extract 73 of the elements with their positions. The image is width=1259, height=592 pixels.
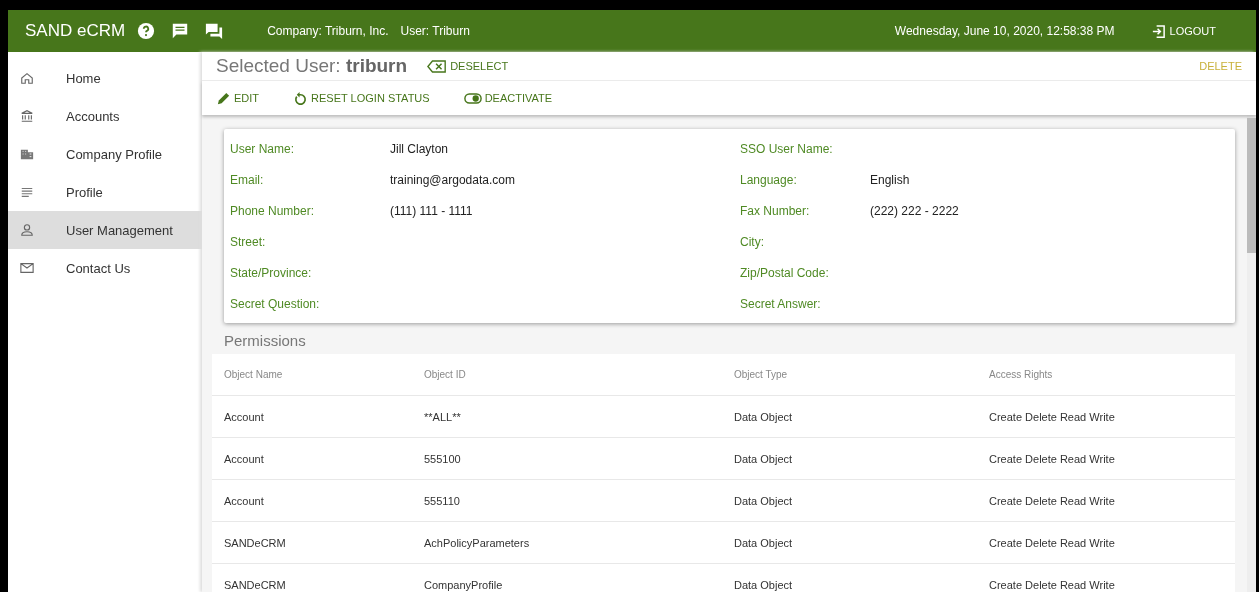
table-cell-text: Data Object	[734, 452, 794, 465]
table-cell-text: 555110	[424, 494, 461, 507]
field-label: Fax Number:	[740, 203, 811, 218]
sidebar-item[interactable]: Accounts	[8, 97, 202, 135]
field-label: Zip/Postal Code:	[740, 265, 830, 280]
bank-icon	[20, 109, 34, 123]
deactivate-button[interactable]: DEACTIVATE	[463, 92, 553, 104]
field-label: Phone Number:	[230, 203, 316, 218]
chats-icon[interactable]	[205, 22, 224, 40]
table-cell-text: Account	[224, 410, 265, 423]
table-cell-text: Create Delete Read Write	[989, 452, 1116, 465]
field-value: (111) 111 - 1111	[390, 203, 473, 218]
reset-button[interactable]: RESET LOGIN STATUS	[293, 90, 430, 106]
table-cell-text: SANDeCRM	[224, 578, 287, 591]
app-title: SAND eCRM	[25, 21, 126, 41]
field-label: Email:	[230, 172, 265, 187]
company-label: Company: Triburn, Inc.	[267, 24, 389, 38]
lines-icon	[20, 185, 34, 199]
deselect-button[interactable]: DESELECT	[427, 58, 509, 74]
logout-button[interactable]: LOGOUT	[1150, 23, 1216, 39]
logout-icon	[1150, 23, 1166, 39]
column-header: Access Rights	[989, 369, 1054, 380]
field-label: User Name:	[230, 141, 295, 156]
envelope-icon	[20, 261, 34, 275]
user-label: User: Triburn	[400, 24, 470, 38]
table-cell-text: Create Delete Read Write	[989, 536, 1116, 549]
table-cell-text: CompanyProfile	[424, 578, 504, 591]
pencil-icon	[216, 90, 231, 106]
field-label: Street:	[230, 234, 267, 249]
table-cell-text: Account	[224, 494, 265, 507]
field-value: (222) 222 - 2222	[870, 203, 959, 218]
sidebar-item[interactable]: Profile	[8, 173, 202, 211]
field-label: City:	[740, 234, 765, 249]
help-icon[interactable]	[137, 22, 156, 40]
section-title: Permissions	[224, 331, 307, 351]
table-cell-text: Data Object	[734, 578, 794, 591]
table-cell-text: Create Delete Read Write	[989, 494, 1116, 507]
table-cell-text: Data Object	[734, 494, 794, 507]
date-time: Wednesday, June 10, 2020, 12:58:38 PM	[894, 24, 1115, 38]
field-label: Secret Answer:	[740, 296, 822, 311]
table-cell-text: Create Delete Read Write	[989, 578, 1116, 591]
building-icon	[20, 147, 34, 161]
field-value: English	[870, 172, 910, 187]
person-icon	[20, 223, 34, 237]
home-icon	[20, 71, 34, 85]
table-cell-text: Data Object	[734, 536, 794, 549]
table-cell-text: SANDeCRM	[224, 536, 287, 549]
table-cell-text: Account	[224, 452, 265, 465]
clear-icon	[427, 58, 448, 74]
field-label: Secret Question:	[230, 296, 321, 311]
column-header: Object ID	[424, 369, 467, 380]
sidebar-item[interactable]: User Management	[8, 211, 202, 249]
chat-icon[interactable]	[171, 22, 190, 40]
scrollbar[interactable]	[1247, 115, 1256, 592]
column-header: Object Type	[734, 369, 789, 380]
selected-user-title: Selected User: triburn	[216, 55, 408, 77]
table-cell-text: AchPolicyParameters	[424, 536, 531, 549]
table-cell-text: Data Object	[734, 410, 794, 423]
column-header: Object Name	[224, 369, 284, 380]
edit-button[interactable]: EDIT	[216, 90, 260, 106]
field-value: Jill Clayton	[390, 141, 449, 156]
field-label: SSO User Name:	[740, 141, 834, 156]
table-cell-text: **ALL**	[424, 410, 462, 423]
field-label: State/Province:	[230, 265, 313, 280]
field-label: Language:	[740, 172, 798, 187]
table-cell-text: 555100	[424, 452, 462, 465]
table-cell-text: Create Delete Read Write	[989, 410, 1116, 423]
field-value: training@argodata.com	[390, 172, 515, 187]
sidebar-item[interactable]: Home	[8, 59, 202, 97]
sidebar-item[interactable]: Contact Us	[8, 249, 202, 287]
sidebar-item[interactable]: Company Profile	[8, 135, 202, 173]
reset-icon	[293, 90, 309, 106]
toggle-icon	[463, 92, 482, 104]
